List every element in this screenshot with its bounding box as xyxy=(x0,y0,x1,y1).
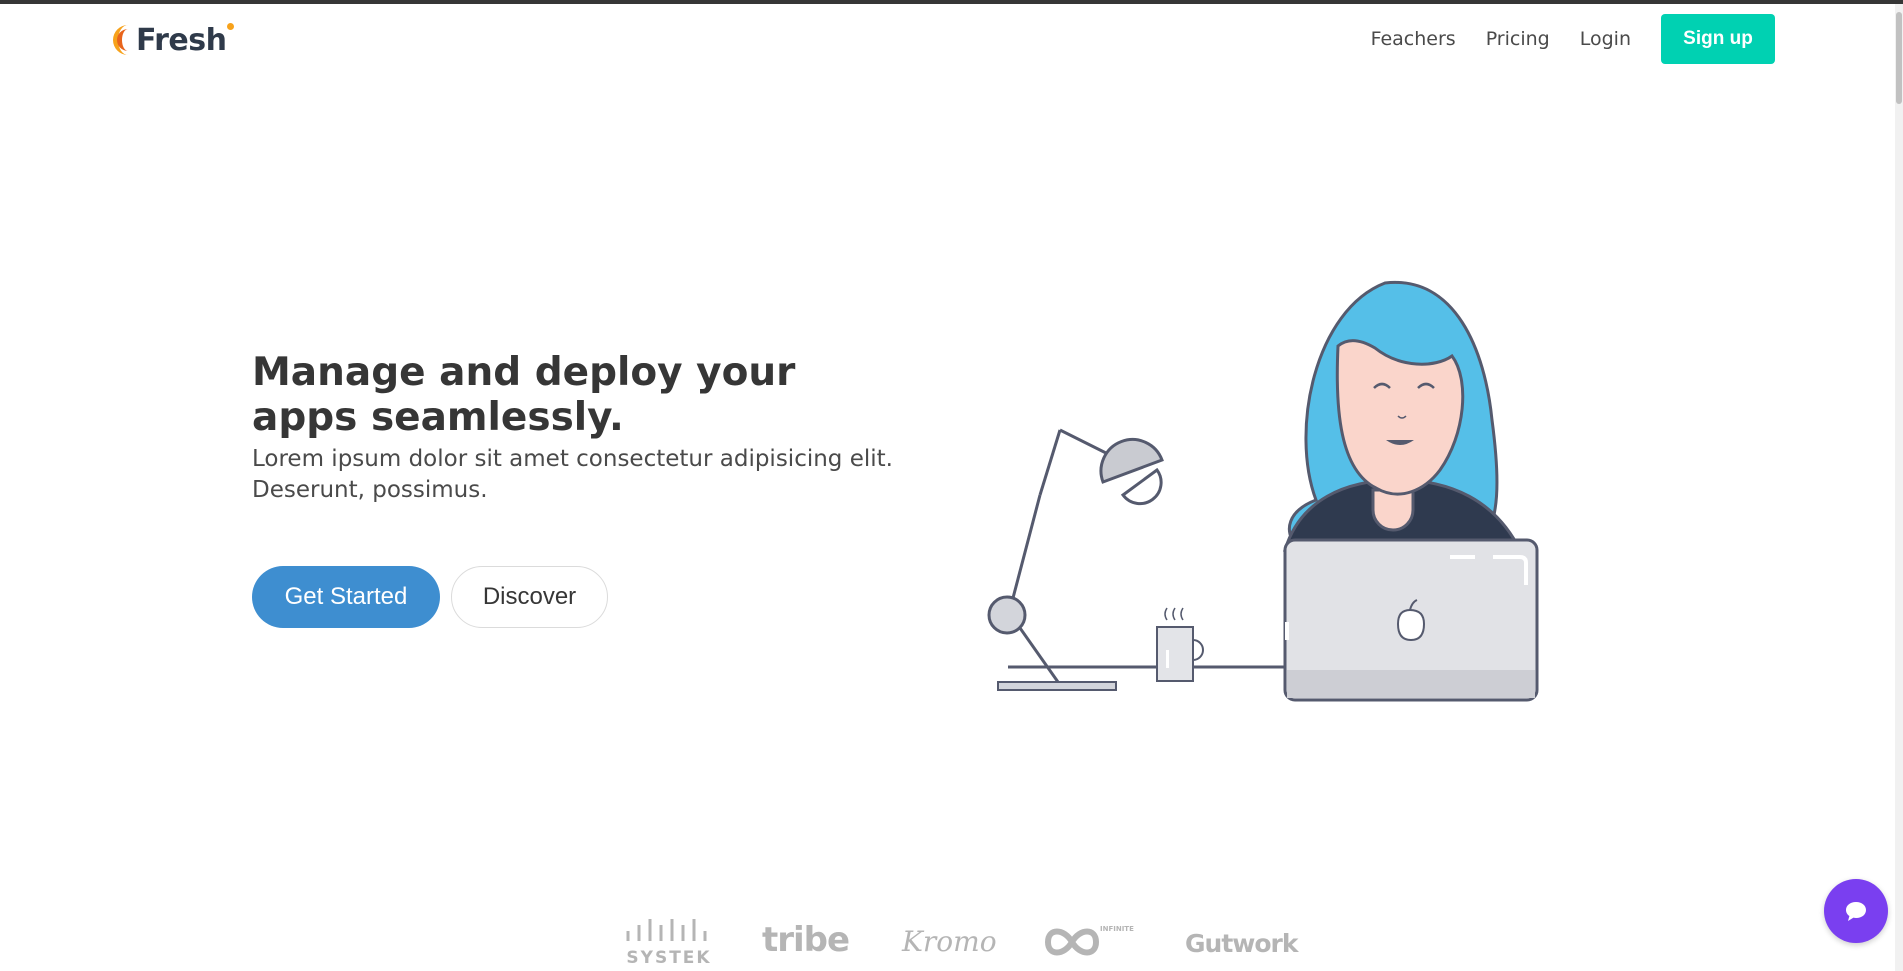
brand-logo[interactable]: Fresh xyxy=(112,18,235,62)
discover-button[interactable]: Discover xyxy=(451,566,608,628)
scrollbar-track[interactable] xyxy=(1895,4,1903,971)
client-logo-tribe: tribe xyxy=(762,920,850,960)
client-logo-gutwork: Gutwork xyxy=(1185,929,1298,958)
scrollbar-thumb[interactable] xyxy=(1896,12,1902,104)
client-logo-kromo: Kromo xyxy=(902,925,997,958)
chat-button[interactable] xyxy=(1824,879,1888,943)
logo-dot-icon xyxy=(227,22,235,30)
client-logo-infinite: INFINITE xyxy=(1042,925,1134,965)
client-logo-systek: SYSTEK xyxy=(622,915,716,969)
chat-bubble-icon xyxy=(1846,902,1866,921)
hero-subtitle: Lorem ipsum dolor sit amet consectetur a… xyxy=(252,446,893,503)
nav-link-feachers[interactable]: Feachers xyxy=(1371,28,1456,50)
nav-links: Feachers Pricing Login Sign up xyxy=(1371,14,1775,64)
brand-name: Fresh xyxy=(136,22,227,58)
get-started-button[interactable]: Get Started xyxy=(252,566,440,628)
nav-link-pricing[interactable]: Pricing xyxy=(1486,28,1550,50)
client-name-systek: SYSTEK xyxy=(626,948,712,968)
woman-avatar-icon xyxy=(1282,280,1523,552)
hero-illustration xyxy=(980,270,1620,710)
client-logos: SYSTEK tribe Kromo INFINITE Gutwork xyxy=(600,905,1300,971)
client-name-infinite: INFINITE xyxy=(1100,925,1134,933)
logo-mark-icon xyxy=(112,23,134,57)
laptop-icon xyxy=(1283,538,1539,702)
navbar: Fresh Feachers Pricing Login Sign up xyxy=(0,4,1903,76)
hero-title: Manage and deploy your apps seamlessly. xyxy=(252,350,796,440)
signup-button[interactable]: Sign up xyxy=(1661,14,1775,64)
coffee-mug-icon xyxy=(1156,607,1204,682)
nav-link-login[interactable]: Login xyxy=(1580,28,1631,50)
